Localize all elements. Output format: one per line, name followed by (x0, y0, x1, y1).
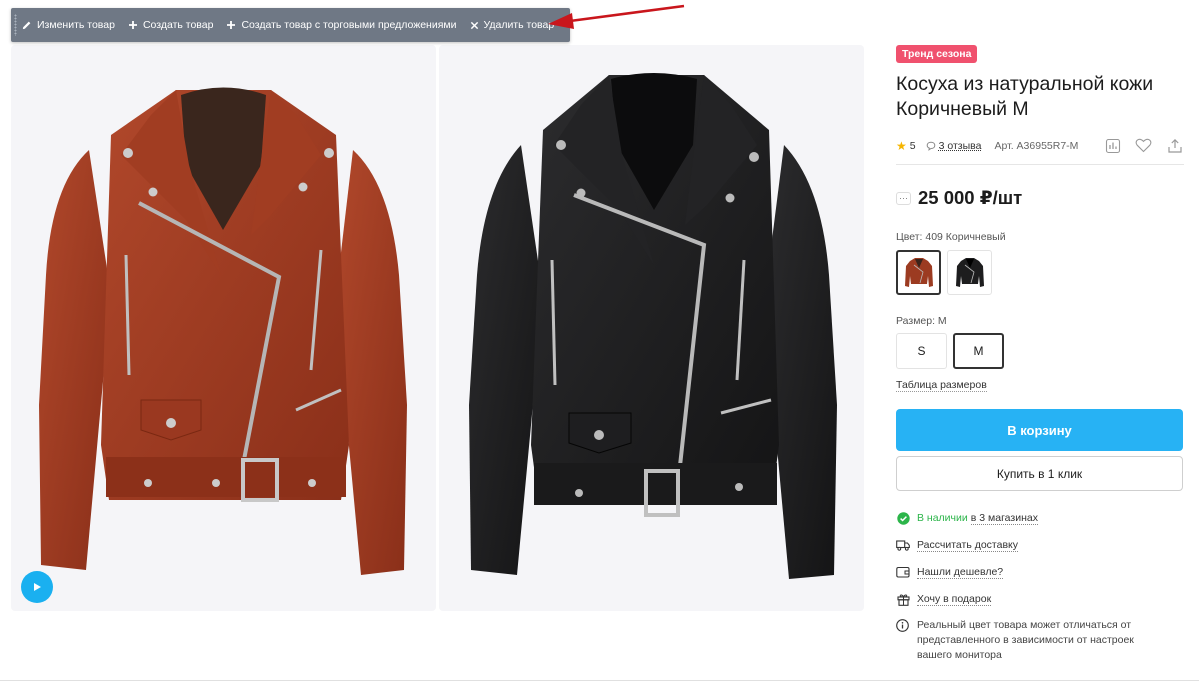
product-photo-brown[interactable] (11, 45, 436, 611)
create-product-label: Создать товар (142, 19, 214, 31)
compare-button[interactable] (1103, 136, 1122, 155)
color-label: Цвет: 409 Коричневый (896, 231, 1006, 243)
sku: Арт. A36955R7-M (994, 140, 1079, 152)
trend-badge: Тренд сезона (896, 45, 978, 63)
admin-toolbar: Изменить товар Создать товар Создать тов… (11, 8, 606, 42)
comment-icon (926, 141, 935, 151)
color-disclaimer-text: Реальный цвет товара может отличаться от… (917, 619, 1134, 661)
rating-value: 5 (909, 140, 916, 152)
black-jacket-thumbnail (955, 257, 984, 287)
gift-row: Хочу в подарок (896, 591, 1184, 607)
availability-stores-link[interactable]: в 3 магазинах (970, 512, 1038, 525)
plus-icon (227, 21, 236, 29)
black-jacket-image (469, 73, 837, 579)
color-swatch-black[interactable] (947, 250, 992, 295)
close-icon (470, 21, 478, 29)
meta-divider (896, 164, 1184, 165)
compare-icon (1105, 138, 1120, 153)
product-info: Тренд сезона Косуха из натуральной кожи … (896, 44, 1184, 663)
delivery-row: Рассчитать доставку (896, 537, 1184, 553)
share-icon (1167, 138, 1182, 153)
favorite-button[interactable] (1134, 136, 1153, 155)
check-circle-icon (896, 511, 910, 525)
page-bottom-divider (0, 680, 1199, 681)
share-button[interactable] (1165, 136, 1184, 155)
calc-delivery-link[interactable]: Рассчитать доставку (917, 539, 1018, 552)
color-swatches (896, 250, 1184, 295)
pencil-icon (22, 21, 31, 29)
size-label: Размер: M (896, 315, 947, 327)
brown-jacket-thumbnail (904, 257, 933, 287)
product-page: Изменить товар Создать товар Создать тов… (0, 0, 1199, 683)
product-title: Косуха из натуральной кожи Коричневый M (896, 73, 1154, 120)
size-options: S M (896, 333, 1184, 369)
heart-icon (1135, 138, 1152, 153)
product-photo-black[interactable] (439, 45, 864, 611)
create-product-button[interactable]: Создать товар (128, 19, 214, 31)
product-links: В наличии в 3 магазинах Рассчитать доста… (896, 510, 1184, 663)
reviews-label: 3 отзыва (938, 140, 982, 152)
edit-product-label: Изменить товар (37, 19, 115, 31)
size-option-m[interactable]: M (953, 333, 1004, 369)
more-prices-button[interactable]: ··· (896, 191, 911, 205)
create-product-offers-button[interactable]: Создать товар с торговыми предложениями (226, 19, 457, 31)
color-swatch-brown[interactable] (896, 250, 941, 295)
toolbar-grip[interactable] (14, 14, 17, 36)
size-table-link[interactable]: Таблица размеров (896, 379, 987, 392)
cheaper-row: Нашли дешевле? (896, 564, 1184, 580)
annotation-arrow (548, 4, 685, 29)
add-to-cart-button[interactable]: В корзину (896, 409, 1183, 451)
plus-icon (128, 21, 137, 29)
meta-actions (1103, 136, 1184, 155)
gift-icon (896, 592, 910, 606)
price-row: ··· 25 000 ₽/шт (896, 187, 1184, 209)
play-icon (34, 583, 41, 591)
wallet-icon (896, 565, 910, 579)
play-video-button[interactable] (21, 571, 53, 603)
want-gift-link[interactable]: Хочу в подарок (917, 593, 992, 606)
edit-product-button[interactable]: Изменить товар (21, 19, 115, 31)
truck-icon (896, 538, 910, 552)
create-product-offers-label: Создать товар с торговыми предложениями (241, 19, 457, 31)
size-option-s[interactable]: S (896, 333, 947, 369)
found-cheaper-link[interactable]: Нашли дешевле? (917, 566, 1004, 579)
product-meta: ★ 5 3 отзыва Арт. A36955R7-M (896, 136, 1184, 156)
availability-row: В наличии в 3 магазинах (896, 510, 1184, 526)
info-icon (896, 619, 910, 633)
brown-jacket-image (39, 87, 407, 575)
buy-one-click-button[interactable]: Купить в 1 клик (896, 456, 1183, 491)
reviews-link[interactable]: 3 отзыва (926, 140, 982, 152)
availability-status: В наличии (917, 512, 968, 524)
price: 25 000 ₽/шт (918, 187, 1023, 208)
color-disclaimer: Реальный цвет товара может отличаться от… (896, 618, 1184, 663)
star-icon: ★ (896, 139, 907, 153)
